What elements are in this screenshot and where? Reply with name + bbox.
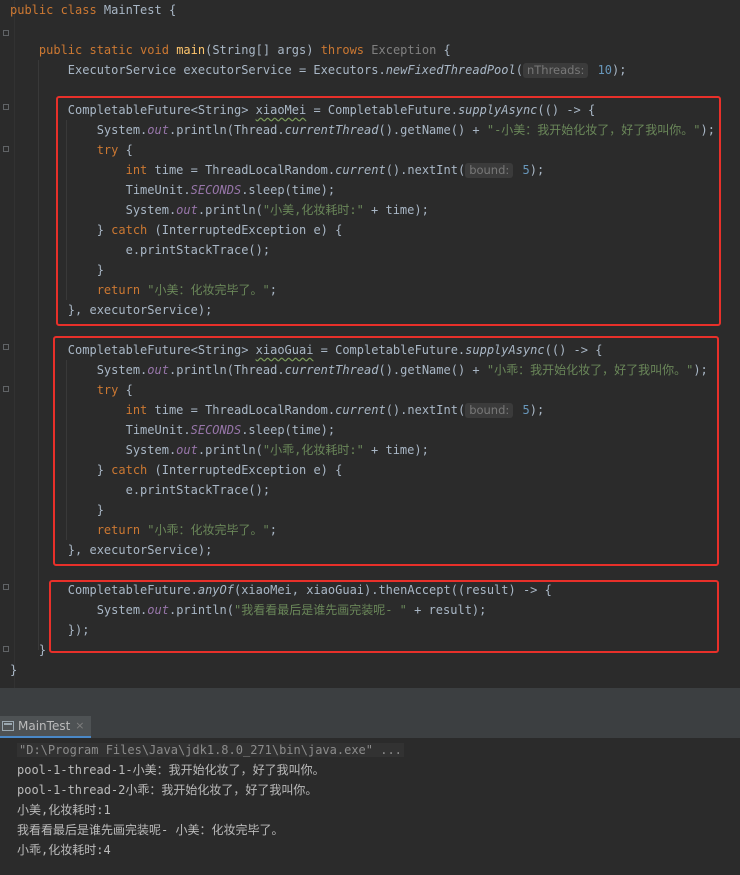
- code-token: Exception: [371, 43, 444, 57]
- run-tool-window-header: MainTest ×: [0, 716, 740, 739]
- console-icon: [2, 721, 14, 731]
- highlight-box-anyof: [49, 580, 719, 653]
- highlight-box-xiaomei: [56, 96, 721, 326]
- fold-marker-icon[interactable]: [3, 584, 9, 590]
- fold-marker-icon[interactable]: [3, 30, 9, 36]
- fold-marker-icon[interactable]: [3, 386, 9, 392]
- panel-splitter[interactable]: [0, 688, 740, 716]
- code-token: 10: [590, 63, 613, 77]
- fold-marker-icon[interactable]: [3, 146, 9, 152]
- console-line: 小乖,化妆耗时:4: [17, 843, 111, 857]
- code-token: public class: [10, 3, 104, 17]
- code-token: public static void: [38, 43, 177, 57]
- code-token: main: [176, 43, 206, 57]
- code-token: {: [443, 43, 451, 57]
- code-token: (String[] args): [205, 43, 321, 57]
- console-command[interactable]: "D:\Program Files\Java\jdk1.8.0_271\bin\…: [17, 743, 404, 757]
- console-output[interactable]: "D:\Program Files\Java\jdk1.8.0_271\bin\…: [0, 738, 740, 875]
- highlight-box-xiaoguai: [53, 336, 719, 566]
- console-line: pool-1-thread-2小乖：我开始化妆了，好了我叫你。: [17, 783, 318, 797]
- parameter-hint: nThreads:: [522, 63, 589, 78]
- fold-marker-icon[interactable]: [3, 344, 9, 350]
- code-line[interactable]: ExecutorService executorService = Execut…: [10, 60, 626, 80]
- fold-marker-icon[interactable]: [3, 646, 9, 652]
- code-line[interactable]: public static void main(String[] args) t…: [10, 40, 451, 60]
- code-token: );: [612, 63, 627, 77]
- code-token: (: [515, 63, 523, 77]
- code-line[interactable]: public class MainTest {: [10, 0, 176, 20]
- code-editor[interactable]: public class MainTest { public static vo…: [0, 0, 740, 688]
- code-token: }: [10, 643, 47, 657]
- code-line[interactable]: }: [10, 640, 46, 660]
- code-token: MainTest {: [103, 3, 177, 17]
- close-icon[interactable]: ×: [75, 715, 84, 737]
- code-token: }: [10, 663, 18, 677]
- console-line: pool-1-thread-1-小美：我开始化妆了，好了我叫你。: [17, 763, 325, 777]
- console-line: 我看看最后是谁先画完装呢- 小美：化妆完毕了。: [17, 823, 284, 837]
- console-command-line: "D:\Program Files\Java\jdk1.8.0_271\bin\…: [17, 740, 404, 760]
- code-token: newFixedThreadPool: [385, 63, 516, 77]
- code-line[interactable]: }: [10, 660, 17, 680]
- console-line: 小美,化妆耗时:1: [17, 803, 111, 817]
- fold-marker-icon[interactable]: [3, 104, 9, 110]
- run-tab-label: MainTest: [18, 719, 71, 733]
- run-tab-maintest[interactable]: MainTest ×: [0, 716, 91, 738]
- code-token: throws: [320, 43, 372, 57]
- code-token: ExecutorService executorService = Execut…: [10, 63, 386, 77]
